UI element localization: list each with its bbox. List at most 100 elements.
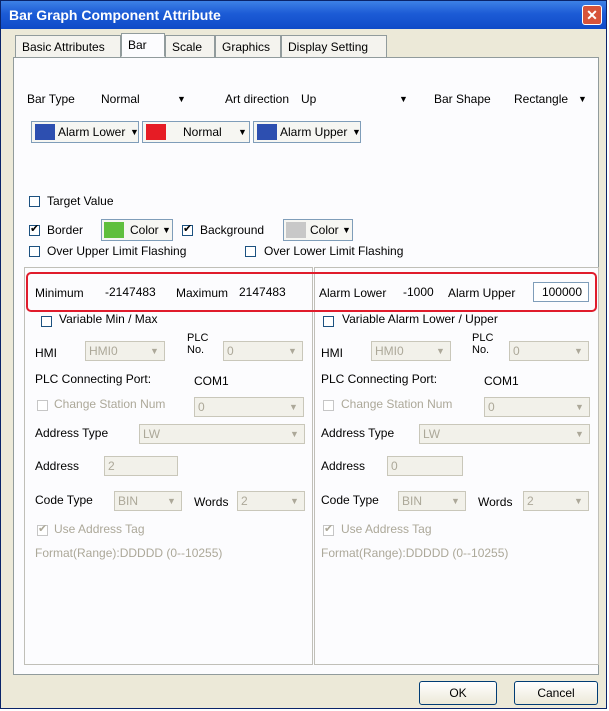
hmi-select[interactable]: HMI0 ▼ (371, 341, 451, 361)
address-type-select[interactable]: LW ▼ (419, 424, 590, 444)
plc-no-value: 0 (513, 344, 520, 358)
bar-shape-value: Rectangle (514, 92, 569, 106)
hmi-value: HMI0 (375, 344, 404, 358)
plc-no-value: 0 (227, 344, 234, 358)
code-type-label: Code Type (35, 493, 93, 507)
cancel-button[interactable]: Cancel (514, 681, 598, 705)
chevron-down-icon: ▼ (130, 127, 139, 137)
chevron-down-icon: ▼ (167, 496, 176, 506)
address-input[interactable]: 0 (387, 456, 463, 476)
code-type-value: BIN (118, 494, 139, 508)
chevron-down-icon: ▼ (162, 225, 171, 235)
border-label: Border (47, 223, 84, 237)
border-checkbox[interactable]: ✔ (29, 223, 40, 236)
change-station-checkbox[interactable] (37, 400, 48, 411)
change-station-select[interactable]: 0 ▼ (194, 397, 304, 417)
plc-port-label: PLC Connecting Port: (35, 372, 152, 386)
plc-no-label-top: PLC (187, 332, 209, 344)
code-type-select[interactable]: BIN ▼ (114, 491, 182, 511)
chevron-down-icon: ▼ (578, 94, 587, 104)
bar-type-select[interactable]: Normal ▼ (101, 90, 191, 108)
alarm-upper-color-button[interactable]: Alarm Upper ▼ (253, 121, 361, 143)
plc-no-label-top: PLC (472, 332, 494, 344)
address-label: Address (321, 459, 366, 473)
change-station-select[interactable]: 0 ▼ (484, 397, 590, 417)
alarm-lower-color-button[interactable]: Alarm Lower ▼ (31, 121, 139, 143)
hmi-select[interactable]: HMI0 ▼ (85, 341, 165, 361)
variable-alarm-checkbox[interactable] (323, 316, 334, 327)
variable-min-max-label: Variable Min / Max (59, 312, 158, 326)
window-title: Bar Graph Component Attribute (9, 7, 221, 23)
words-select[interactable]: 2 ▼ (237, 491, 305, 511)
checkmark-icon: ✔ (30, 223, 40, 235)
over-lower-flashing-checkbox[interactable] (245, 246, 256, 257)
border-color-label: Color (130, 223, 159, 237)
highlight-box (26, 272, 597, 312)
plc-no-select[interactable]: 0 ▼ (509, 341, 589, 361)
variable-min-max-checkbox[interactable] (41, 316, 52, 327)
chevron-down-icon: ▼ (574, 346, 583, 356)
words-select[interactable]: 2 ▼ (523, 491, 589, 511)
address-label: Address (35, 459, 80, 473)
checkmark-icon: ✔ (183, 223, 193, 235)
over-lower-flashing-label: Over Lower Limit Flashing (264, 244, 404, 258)
ok-button[interactable]: OK (419, 681, 497, 705)
code-type-value: BIN (402, 494, 423, 508)
chevron-down-icon: ▼ (574, 496, 583, 506)
words-value: 2 (241, 494, 248, 508)
checkmark-icon: ✔ (324, 523, 334, 535)
target-value-checkbox[interactable] (29, 196, 40, 207)
format-range-text: Format(Range):DDDDD (0--10255) (35, 546, 223, 560)
background-checkbox[interactable]: ✔ (182, 223, 193, 236)
address-input[interactable]: 2 (104, 456, 178, 476)
address-type-select[interactable]: LW ▼ (139, 424, 305, 444)
change-station-checkbox[interactable] (323, 400, 334, 411)
chevron-down-icon: ▼ (238, 127, 247, 137)
plc-port-value: COM1 (194, 374, 229, 388)
close-icon[interactable]: ✕ (582, 5, 602, 25)
hmi-label: HMI (321, 346, 343, 360)
alarm-lower-label: Alarm Lower (58, 125, 126, 139)
bar-shape-select[interactable]: Rectangle ▼ (514, 90, 587, 108)
plc-no-label-bottom: No. (187, 344, 205, 356)
code-type-select[interactable]: BIN ▼ (398, 491, 466, 511)
art-direction-select[interactable]: Up ▼ (301, 90, 413, 108)
chevron-down-icon: ▼ (342, 225, 351, 235)
use-address-tag-checkbox[interactable]: ✔ (323, 523, 334, 536)
background-color-button[interactable]: Color ▼ (283, 219, 353, 241)
chevron-down-icon: ▼ (177, 94, 186, 104)
chevron-down-icon: ▼ (289, 402, 298, 412)
use-address-tag-label: Use Address Tag (54, 522, 145, 536)
tab-graphics[interactable]: Graphics (215, 35, 281, 57)
code-type-label: Code Type (321, 493, 379, 507)
title-bar[interactable]: Bar Graph Component Attribute ✕ (1, 1, 606, 29)
use-address-tag-label: Use Address Tag (341, 522, 432, 536)
normal-label: Normal (183, 125, 222, 139)
bar-type-value: Normal (101, 92, 140, 106)
chevron-down-icon: ▼ (436, 346, 445, 356)
tab-basic-attributes[interactable]: Basic Attributes (15, 35, 121, 57)
address-type-label: Address Type (35, 426, 109, 440)
format-range-text: Format(Range):DDDDD (0--10255) (321, 546, 509, 560)
normal-color-button[interactable]: Normal ▼ (142, 121, 250, 143)
address-type-value: LW (423, 427, 441, 441)
plc-no-select[interactable]: 0 ▼ (223, 341, 303, 361)
plc-port-label: PLC Connecting Port: (321, 372, 438, 386)
change-station-label: Change Station Num (341, 397, 453, 411)
tab-display-setting[interactable]: Display Setting (281, 35, 387, 57)
use-address-tag-checkbox[interactable]: ✔ (37, 523, 48, 536)
plc-port-value: COM1 (484, 374, 519, 388)
chevron-down-icon: ▼ (352, 127, 361, 137)
tab-scale[interactable]: Scale (165, 35, 215, 57)
chevron-down-icon: ▼ (451, 496, 460, 506)
background-label: Background (200, 223, 265, 237)
border-color-button[interactable]: Color ▼ (101, 219, 173, 241)
bar-shape-label: Bar Shape (434, 92, 491, 106)
over-upper-flashing-checkbox[interactable] (29, 246, 40, 257)
tab-bar[interactable]: Bar (121, 33, 165, 57)
chevron-down-icon: ▼ (290, 496, 299, 506)
words-label: Words (478, 495, 513, 509)
variable-alarm-label: Variable Alarm Lower / Upper (342, 312, 498, 326)
change-station-value: 0 (198, 400, 205, 414)
dialog-window: Bar Graph Component Attribute ✕ Basic At… (0, 0, 607, 709)
